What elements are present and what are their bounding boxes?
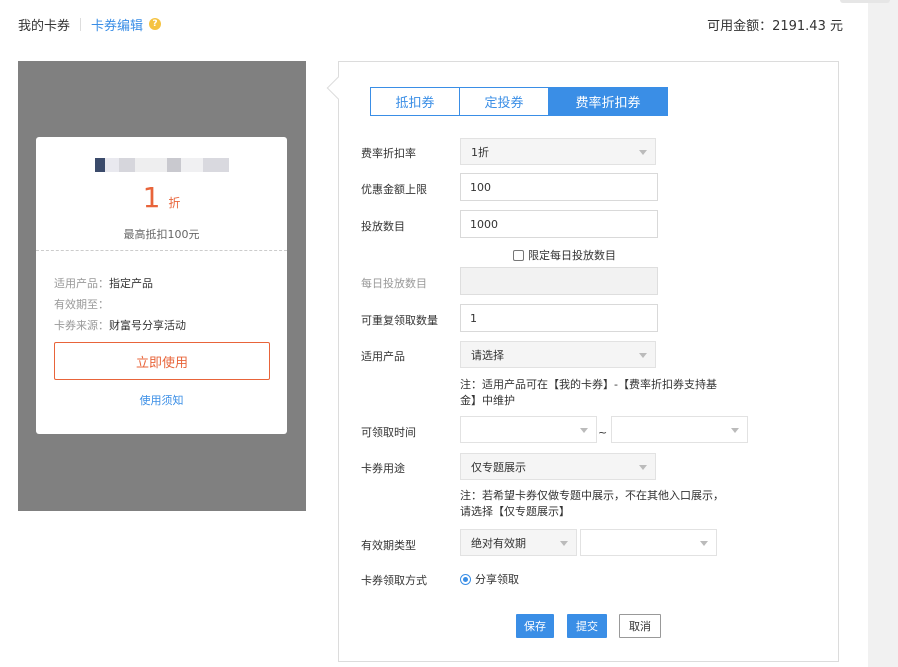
chevron-down-icon [639,353,647,358]
available-balance: 可用金额：2191.43 元 [707,19,843,34]
coupon-card: 1折 最高抵扣100元 适用产品：指定产品 有效期至： 卡券来源：财富号分享活动… [36,137,287,434]
share-claim-label: 分享领取 [475,573,519,586]
coupon-info-source: 卡券来源：财富号分享活动 [54,315,287,336]
cancel-button[interactable]: 取消 [619,614,661,638]
source-value: 财富号分享活动 [109,319,186,332]
coupon-card-top: 1折 最高抵扣100元 [36,137,287,251]
max-amount-value: 100 [470,180,491,194]
repeat-count-input[interactable]: 1 [460,304,658,332]
product-select[interactable]: 请选择 [460,341,656,368]
valid-type-value: 绝对有效期 [471,536,526,550]
usage-select[interactable]: 仅专题展示 [460,453,656,480]
limit-daily-label: 限定每日投放数目 [528,249,616,262]
claim-time-label: 可领取时间 [361,426,416,439]
chevron-down-icon [731,428,739,433]
coupon-amount: 1折 [36,181,287,214]
coupon-amount-number: 1 [142,181,161,214]
product-value: 指定产品 [109,277,153,290]
blurred-logo [95,158,229,172]
valid-label: 有效期至： [54,298,109,311]
coupon-amount-unit: 折 [168,196,181,210]
usage-note: 注：若希望卡券仅做专题中展示，不在其他入口展示，请选择【仅专题展示】 [460,489,724,518]
claim-time-separator: ~ [598,426,608,439]
daily-count-label: 每日投放数目 [361,277,427,290]
valid-duration-select[interactable] [580,529,717,556]
source-label: 卡券来源： [54,319,109,332]
daily-count-input[interactable] [460,267,658,295]
repeat-count-label: 可重复领取数量 [361,314,438,327]
chevron-down-icon [580,428,588,433]
product-label: 适用产品： [54,277,109,290]
coupon-info: 适用产品：指定产品 有效期至： 卡券来源：财富号分享活动 [36,251,287,336]
right-scroll-strip [868,0,898,667]
issue-count-input[interactable]: 1000 [460,210,658,238]
coupon-info-valid: 有效期至： [54,294,287,315]
product-select-value: 请选择 [471,348,504,362]
usage-notice-link[interactable]: 使用须知 [36,392,287,408]
breadcrumb-divider [80,17,82,31]
discount-rate-select[interactable]: 1折 [460,138,656,165]
coupon-info-product: 适用产品：指定产品 [54,273,287,294]
save-button[interactable]: 保存 [516,614,554,638]
issue-count-value: 1000 [470,217,498,231]
share-claim-radio[interactable] [460,573,471,585]
claim-method-radio-row[interactable]: 分享领取 [460,571,519,587]
product-note: 注：适用产品可在【我的卡券】-【费率折扣券支持基金】中维护 [460,378,717,407]
limit-daily-checkbox-row[interactable]: 限定每日投放数目 [513,247,616,263]
top-right-tab-edge [840,0,890,3]
submit-button[interactable]: 提交 [567,614,607,638]
usage-select-value: 仅专题展示 [471,460,526,474]
breadcrumb: 我的卡券 卡券编辑 ? [18,15,162,34]
use-now-button[interactable]: 立即使用 [54,342,270,380]
valid-type-label: 有效期类型 [361,539,416,552]
discount-rate-label: 费率折扣率 [361,147,416,160]
claim-time-start-select[interactable] [460,416,597,443]
max-amount-input[interactable]: 100 [460,173,658,201]
discount-rate-value: 1折 [471,145,489,159]
tab-deduction-coupon[interactable]: 抵扣券 [370,87,460,116]
coupon-max-deduct: 最高抵扣100元 [123,228,200,241]
claim-method-label: 卡券领取方式 [361,574,427,587]
valid-type-select[interactable]: 绝对有效期 [460,529,577,556]
chevron-down-icon [560,541,568,546]
usage-label: 卡券用途 [361,462,405,475]
product-label: 适用产品 [361,350,405,363]
max-amount-label: 优惠金额上限 [361,183,427,196]
chevron-down-icon [639,465,647,470]
limit-daily-checkbox[interactable] [513,249,524,261]
breadcrumb-my-cards[interactable]: 我的卡券 [18,15,70,34]
tab-fee-discount-coupon[interactable]: 费率折扣券 [549,87,668,116]
chevron-down-icon [639,150,647,155]
claim-time-end-select[interactable] [611,416,748,443]
chevron-down-icon [700,541,708,546]
issue-count-label: 投放数目 [361,220,405,233]
breadcrumb-card-edit[interactable]: 卡券编辑 [91,15,143,34]
help-icon[interactable]: ? [149,18,162,30]
coupon-preview: 1折 最高抵扣100元 适用产品：指定产品 有效期至： 卡券来源：财富号分享活动… [18,61,306,511]
repeat-count-value: 1 [470,311,477,325]
coupon-type-tabs: 抵扣券 定投券 费率折扣券 [370,87,668,116]
tab-fixed-invest-coupon[interactable]: 定投券 [460,87,549,116]
